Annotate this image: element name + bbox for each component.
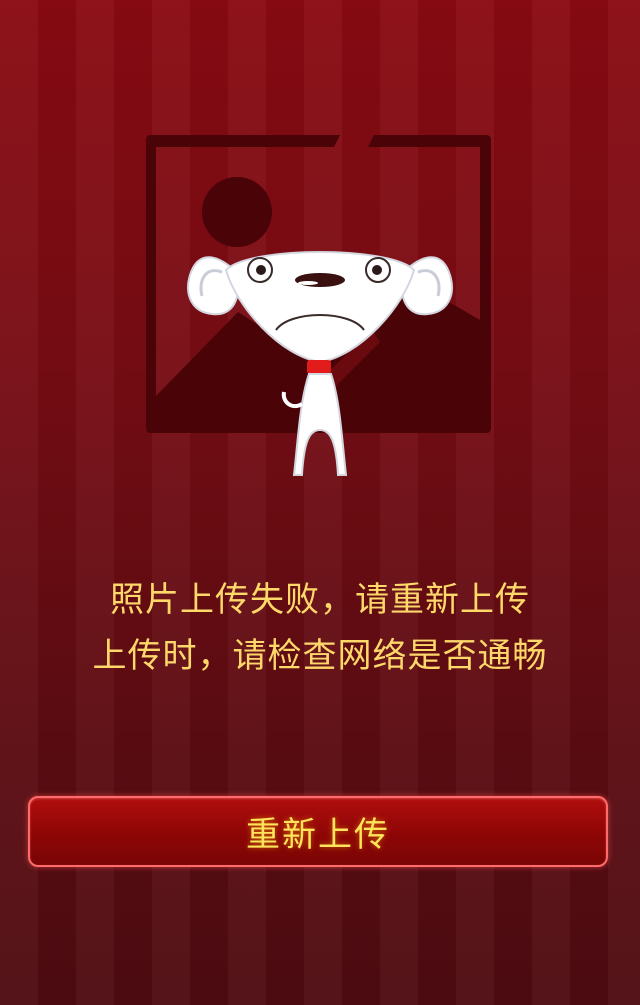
reupload-button-label: 重新上传 xyxy=(246,815,390,855)
failed-photo-mascot xyxy=(146,135,491,476)
error-message: 照片上传失败，请重新上传 上传时，请检查网络是否通畅 xyxy=(0,572,640,684)
upload-failed-screen: 照片上传失败，请重新上传 上传时，请检查网络是否通畅 重新上传 xyxy=(0,0,640,1005)
error-message-line-1: 照片上传失败，请重新上传 xyxy=(110,580,530,620)
error-message-line-2: 上传时，请检查网络是否通畅 xyxy=(92,636,548,676)
reupload-button[interactable]: 重新上传 xyxy=(28,796,608,867)
